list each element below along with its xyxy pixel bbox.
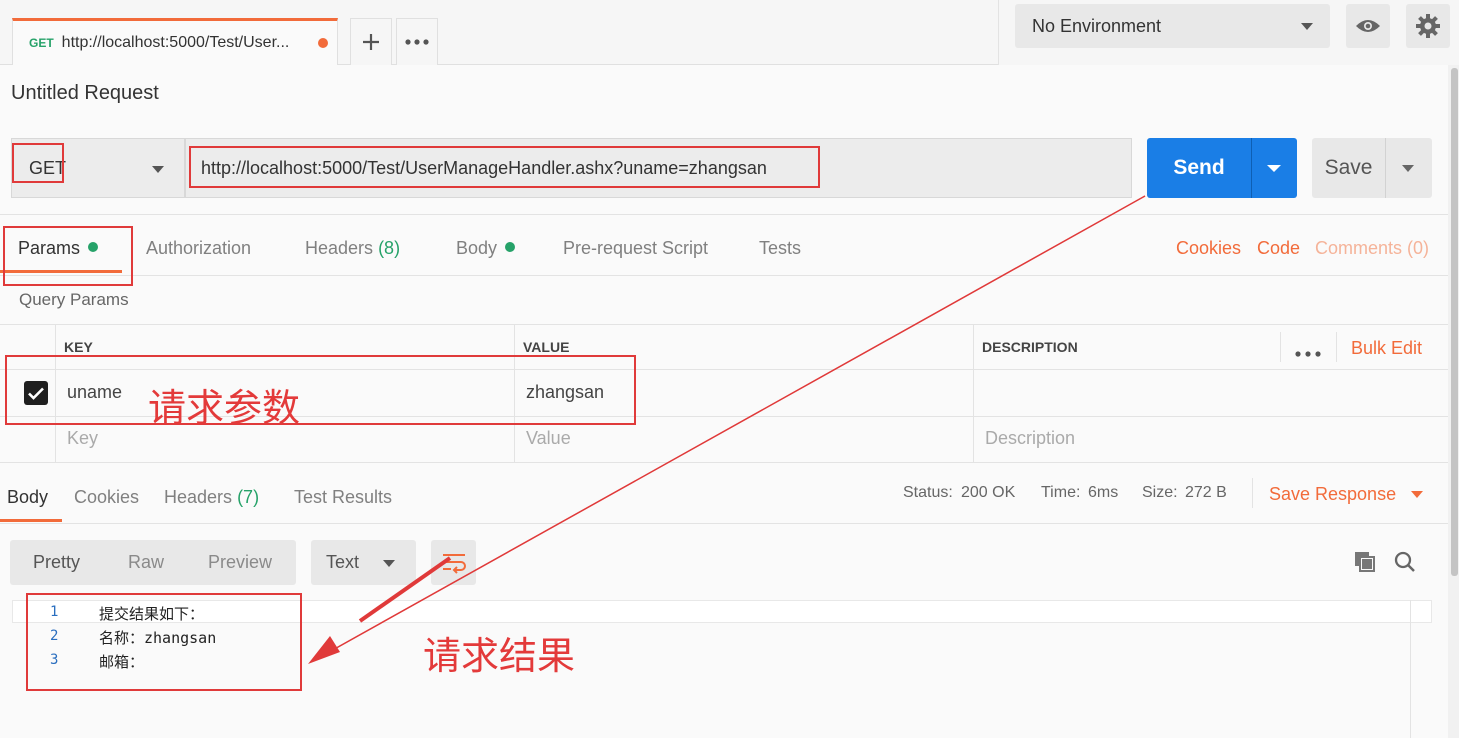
annotation-arrow (308, 195, 1146, 664)
